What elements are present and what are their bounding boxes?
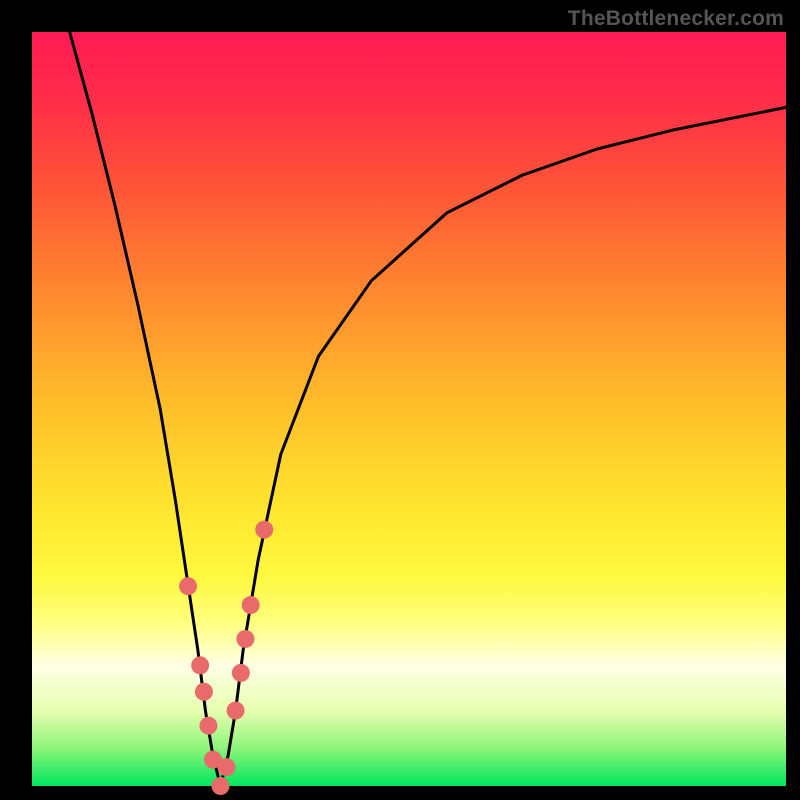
marker-dot [212,777,230,795]
marker-dot [218,758,236,776]
outer-frame: TheBottlenecker.com [0,0,800,800]
marker-dot [227,702,245,720]
marker-dot [179,577,197,595]
plot-area [32,32,786,786]
curve-layer [32,32,786,786]
watermark-text: TheBottlenecker.com [568,7,784,31]
marker-dot [255,521,273,539]
marker-dot [191,656,209,674]
bottleneck-curve [70,32,786,786]
marker-dot [199,717,217,735]
marker-dot [236,630,254,648]
marker-dot [195,683,213,701]
marker-dot [232,664,250,682]
marker-dot [242,596,260,614]
